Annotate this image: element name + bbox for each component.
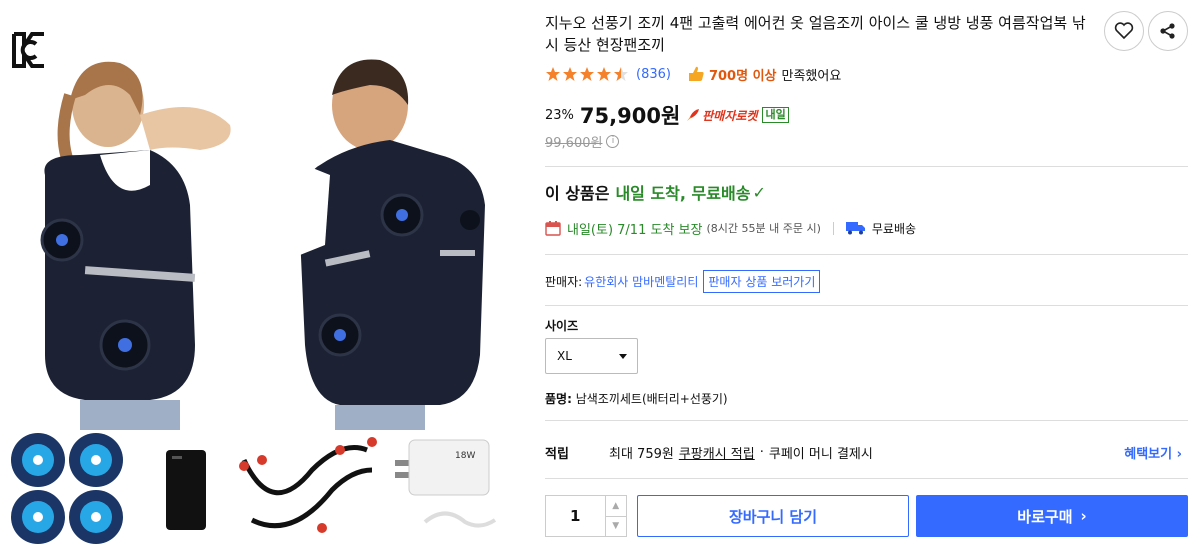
discount-rate: 23% <box>545 107 574 123</box>
thumbnail-cable[interactable] <box>232 430 382 550</box>
points-label: 적립 <box>545 446 569 462</box>
divider <box>545 305 1188 306</box>
star-icon <box>563 67 577 81</box>
cart-button-label: 장바구니 담기 <box>728 507 818 526</box>
points-max: 최대 759원 <box>609 446 674 462</box>
rocket-label: 판매자로켓 <box>702 108 758 123</box>
delivery-prefix: 이 상품은 <box>545 184 610 203</box>
fan-icon <box>318 313 362 357</box>
seller-name-link[interactable]: 유한회사 맘바멘탈리티 <box>584 273 698 290</box>
item-name-label: 품명: <box>545 392 572 406</box>
star-rating <box>545 66 630 82</box>
sale-price: 75,900원 <box>579 104 681 128</box>
product-gallery: 18W <box>0 0 525 550</box>
half-star-icon <box>614 67 628 81</box>
thumbnail-strip: 18W <box>0 430 525 550</box>
seller-label: 판매자: <box>545 274 583 289</box>
coupay-text: 쿠페이 머니 결제시 <box>768 446 873 462</box>
rating-row: (836) 700명 이상 만족했어요 <box>545 64 841 84</box>
free-shipping-label: 무료배송 <box>871 221 917 236</box>
product-title: 지누오 선풍기 조끼 4팬 고출력 에어컨 옷 얼음조끼 아이스 쿨 냉방 냉풍… <box>545 14 1086 54</box>
arrival-guarantee: 내일(토) 7/11 도착 보장 <box>567 222 703 238</box>
satisfaction-text: 만족했어요 <box>781 68 842 84</box>
original-price: 99,600원 <box>545 136 603 151</box>
divider <box>545 420 1188 421</box>
fan-icon <box>380 193 424 237</box>
front-model-figure <box>40 61 231 430</box>
quantity-input[interactable]: 1 <box>546 496 605 536</box>
thumbs-up-icon <box>688 66 704 81</box>
size-selected-value: XL <box>557 349 572 363</box>
divider <box>545 166 1188 167</box>
main-product-image[interactable] <box>0 55 525 430</box>
thumbnail-battery[interactable] <box>140 430 230 550</box>
quantity-decrease-button[interactable]: ▼ <box>606 517 626 537</box>
arrival-row: 내일(토) 7/11 도착 보장 (8시간 55분 내 주문 시) 무료배송 <box>545 217 916 239</box>
info-icon[interactable]: i <box>606 135 620 148</box>
product-info-panel: 지누오 선풍기 조끼 4팬 고출력 에어컨 옷 얼음조끼 아이스 쿨 냉방 냉풍… <box>545 0 1190 550</box>
order-deadline: (8시간 55분 내 주문 시) <box>706 222 821 235</box>
points-row: 적립 최대 759원 쿠팡캐시 적립 · 쿠페이 머니 결제시 혜택보기 › <box>545 441 1188 463</box>
share-button[interactable] <box>1148 11 1188 51</box>
coupang-cash-link[interactable]: 쿠팡캐시 적립 <box>679 443 755 462</box>
buy-now-button[interactable]: 바로구매 › <box>916 495 1188 537</box>
thumbnail-fans[interactable] <box>8 430 128 550</box>
buy-button-label: 바로구매 <box>1017 507 1073 526</box>
view-benefits-link[interactable]: 혜택보기 › <box>1124 443 1182 462</box>
review-count-link[interactable]: (836) <box>636 67 671 82</box>
price-row: 23% 75,900원 판매자로켓 내일 <box>545 100 789 130</box>
truck-icon <box>845 222 865 235</box>
back-model-figure <box>296 59 485 430</box>
delivery-highlight: 내일 도착, 무료배송 <box>615 184 751 203</box>
thumbnail-charger[interactable]: 18W <box>385 430 505 550</box>
quantity-stepper: 1 ▲ ▼ <box>545 495 627 537</box>
bullet-separator: · <box>759 444 764 460</box>
seller-rocket-badge: 판매자로켓 <box>686 107 757 124</box>
original-price-row: 99,600원 i <box>545 132 620 151</box>
item-name-value: 남색조끼세트(배터리+선풍기) <box>575 392 728 406</box>
fan-icon <box>40 218 84 262</box>
quantity-steps: ▲ ▼ <box>604 496 626 537</box>
item-name-row: 품명: 남색조끼세트(배터리+선풍기) <box>545 390 728 407</box>
tomorrow-badge: 내일 <box>762 107 789 123</box>
size-select[interactable]: XL <box>545 338 638 374</box>
add-to-cart-button[interactable]: 장바구니 담기 <box>637 495 909 537</box>
star-icon <box>546 67 560 81</box>
chevron-right-icon: › <box>1080 507 1087 525</box>
star-icon <box>580 67 594 81</box>
size-label: 사이즈 <box>545 319 579 333</box>
satisfaction-count: 700명 이상 <box>708 68 777 84</box>
delivery-headline: 이 상품은 내일 도착, 무료배송 ✓ <box>545 180 766 204</box>
separator <box>832 221 834 235</box>
star-icon <box>597 67 611 81</box>
divider <box>545 254 1188 255</box>
heart-icon <box>1114 22 1134 40</box>
divider <box>545 478 1188 479</box>
calendar-icon <box>545 221 561 236</box>
share-icon <box>1160 23 1175 39</box>
quantity-increase-button[interactable]: ▲ <box>605 496 626 517</box>
wishlist-button[interactable] <box>1104 11 1144 51</box>
seller-products-button[interactable]: 판매자 상품 보러가기 <box>703 269 821 293</box>
charger-label: 18W <box>455 451 475 461</box>
seller-row: 판매자: 유한회사 맘바멘탈리티 판매자 상품 보러가기 <box>545 269 821 293</box>
fan-icon <box>99 319 151 371</box>
caret-down-icon <box>619 354 627 359</box>
rocket-icon <box>687 109 700 121</box>
check-icon: ✓ <box>752 182 766 202</box>
